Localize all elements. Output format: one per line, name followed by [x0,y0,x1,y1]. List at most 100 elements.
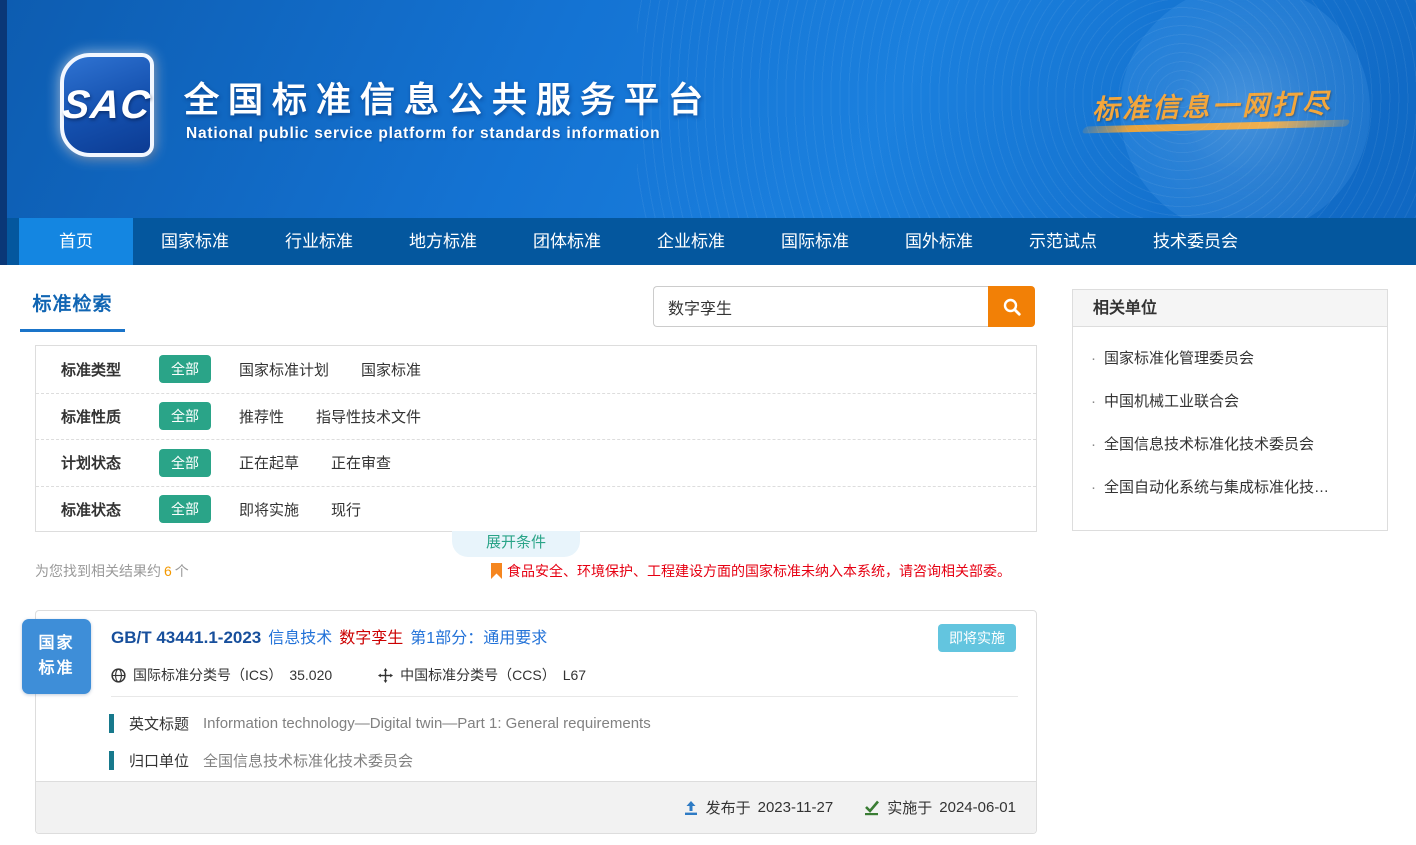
nav-item-technical-committee[interactable]: 技术委员会 [1125,218,1266,265]
sidebar-item-label: 中国机械工业联合会 [1104,393,1239,410]
results-count: 6 [164,563,172,579]
filter-all-badge[interactable]: 全部 [159,355,211,383]
standard-type-badge[interactable]: 国家 标准 [22,619,91,694]
standard-code: GB/T 43441.1-2023 [111,628,261,648]
filter-row-standard-nature: 标准性质 全部 推荐性 指导性技术文件 [36,393,1036,440]
search-section-tab[interactable]: 标准检索 [20,289,125,332]
filter-all-badge[interactable]: 全部 [159,449,211,477]
nav-item-local-standards[interactable]: 地方标准 [381,218,505,265]
card-divider [111,696,1018,697]
globe-icon [111,668,126,683]
title-highlight: 数字孪生 [339,624,403,648]
slogan-underline [1081,120,1351,134]
english-title-row: 英文标题 Information technology—Digital twin… [109,713,1036,734]
sac-logo[interactable]: SAC [60,53,154,157]
card-body: GB/T 43441.1-2023 信息技术 数字孪生 第1部分：通用要求 即将… [36,611,1036,685]
search-input[interactable] [653,286,988,327]
filter-row-plan-status: 计划状态 全部 正在起草 正在审查 [36,439,1036,486]
bullet: · [1091,436,1096,453]
bullet: · [1091,350,1096,367]
site-title-zh: 全国标准信息公共服务平台 [184,72,712,123]
filter-all-badge[interactable]: 全部 [159,402,211,430]
published-label: 发布于 [706,797,751,818]
filter-option[interactable]: 指导性技术文件 [316,406,421,427]
status-badge: 即将实施 [938,624,1016,652]
type-badge-line1: 国家 [22,632,91,657]
filter-option[interactable]: 正在审查 [331,452,391,473]
sidebar-item-label: 全国自动化系统与集成标准化技… [1104,479,1329,496]
filter-row-standard-type: 标准类型 全部 国家标准计划 国家标准 [36,346,1036,393]
main-nav: 首页 国家标准 行业标准 地方标准 团体标准 企业标准 国际标准 国外标准 示范… [0,218,1416,265]
filter-label: 标准状态 [61,499,159,520]
nav-item-home[interactable]: 首页 [19,218,133,265]
type-badge-line2: 标准 [22,657,91,682]
filter-all-badge[interactable]: 全部 [159,495,211,523]
sidebar-item-machinery-federation[interactable]: · 中国机械工业联合会 [1073,380,1387,423]
bullet: · [1091,393,1096,410]
sidebar-item-it-committee[interactable]: · 全国信息技术标准化技术委员会 [1073,423,1387,466]
compass-arrows-icon [378,668,393,683]
nav-item-national-standards[interactable]: 国家标准 [133,218,257,265]
teal-accent-bar [109,751,114,770]
ccs-item: 中国标准分类号（CCS） L67 [378,665,586,685]
results-summary: 为您找到相关结果约6个 [35,561,189,581]
filter-option[interactable]: 国家标准 [361,359,421,380]
results-summary-row: 为您找到相关结果约6个 食品安全、环境保护、工程建设方面的国家标准未纳入本系统，… [35,560,1037,582]
related-units-list: · 国家标准化管理委员会 · 中国机械工业联合会 · 全国信息技术标准化技术委员会 ·… [1073,327,1387,509]
filter-label: 标准类型 [61,359,159,380]
filter-option[interactable]: 推荐性 [239,406,284,427]
ccs-label: 中国标准分类号（CCS） [400,665,556,685]
filter-label: 标准性质 [61,406,159,427]
system-notice: 食品安全、环境保护、工程建设方面的国家标准未纳入本系统，请咨询相关部委。 [491,561,1011,581]
card-title-row: GB/T 43441.1-2023 信息技术 数字孪生 第1部分：通用要求 即将… [111,624,1016,652]
bullet: · [1091,479,1096,496]
ics-label: 国际标准分类号（ICS） [133,665,282,685]
committee-row: 归口单位 全国信息技术标准化技术委员会 [109,750,1036,771]
nav-item-enterprise-standards[interactable]: 企业标准 [629,218,753,265]
upload-icon [683,800,699,816]
ics-item: 国际标准分类号（ICS） 35.020 [111,665,332,685]
sac-logo-text: SAC [61,83,153,128]
published-date-group: 发布于 2023-11-27 [683,797,834,818]
search-icon [1002,297,1022,317]
site-title-en: National public service platform for sta… [186,125,660,143]
sidebar-item-label: 全国信息技术标准化技术委员会 [1104,436,1314,453]
filter-option[interactable]: 正在起草 [239,452,299,473]
nav-item-international-standards[interactable]: 国际标准 [753,218,877,265]
filter-option[interactable]: 即将实施 [239,499,299,520]
card-footer: 发布于 2023-11-27 实施于 2024-06-01 [36,781,1036,833]
sidebar-item-sac[interactable]: · 国家标准化管理委员会 [1073,337,1387,380]
globe-graphic [1120,0,1370,218]
expand-conditions-button[interactable]: 展开条件 [452,531,580,557]
left-edge-strip [0,0,7,265]
filter-option[interactable]: 国家标准计划 [239,359,329,380]
nav-item-foreign-standards[interactable]: 国外标准 [877,218,1001,265]
summary-suffix: 个 [175,563,189,579]
sidebar-item-label: 国家标准化管理委员会 [1104,350,1254,367]
implemented-date-group: 实施于 2024-06-01 [863,797,1016,818]
search-section-title: 标准检索 [32,294,112,315]
notice-text: 食品安全、环境保护、工程建设方面的国家标准未纳入本系统，请咨询相关部委。 [507,561,1011,581]
filter-row-standard-status: 标准状态 全部 即将实施 现行 [36,486,1036,533]
nav-item-pilot[interactable]: 示范试点 [1001,218,1125,265]
related-units-panel: 相关单位 ·国家标准化管理委员会 ·中国机械工业联合会 ·全国信息技术标准化技术… [1072,289,1388,531]
result-card: 国家 标准 GB/T 43441.1-2023 信息技术 数字孪生 第1部分：通… [35,610,1037,834]
slogan-text: 标准信息一网打尽 [1092,80,1383,127]
standard-title-link[interactable]: GB/T 43441.1-2023 信息技术 数字孪生 第1部分：通用要求 [111,624,938,648]
title-segment: 信息技术 [268,624,332,648]
ics-value: 35.020 [289,667,332,683]
published-date: 2023-11-27 [758,799,834,816]
search-button[interactable] [988,286,1035,327]
classification-row: 国际标准分类号（ICS） 35.020 中国标准 [111,665,1016,685]
check-icon [863,800,880,816]
page: SAC 全国标准信息公共服务平台 National public service… [0,0,1416,845]
filter-option[interactable]: 现行 [331,499,361,520]
implemented-label: 实施于 [887,797,932,818]
sidebar-item-automation-committee[interactable]: · 全国自动化系统与集成标准化技… [1073,466,1387,509]
info-label: 归口单位 [129,750,189,771]
nav-item-group-standards[interactable]: 团体标准 [505,218,629,265]
nav-item-industry-standards[interactable]: 行业标准 [257,218,381,265]
summary-prefix: 为您找到相关结果约 [35,563,161,579]
bookmark-icon [491,563,502,579]
search-group [653,286,1035,327]
